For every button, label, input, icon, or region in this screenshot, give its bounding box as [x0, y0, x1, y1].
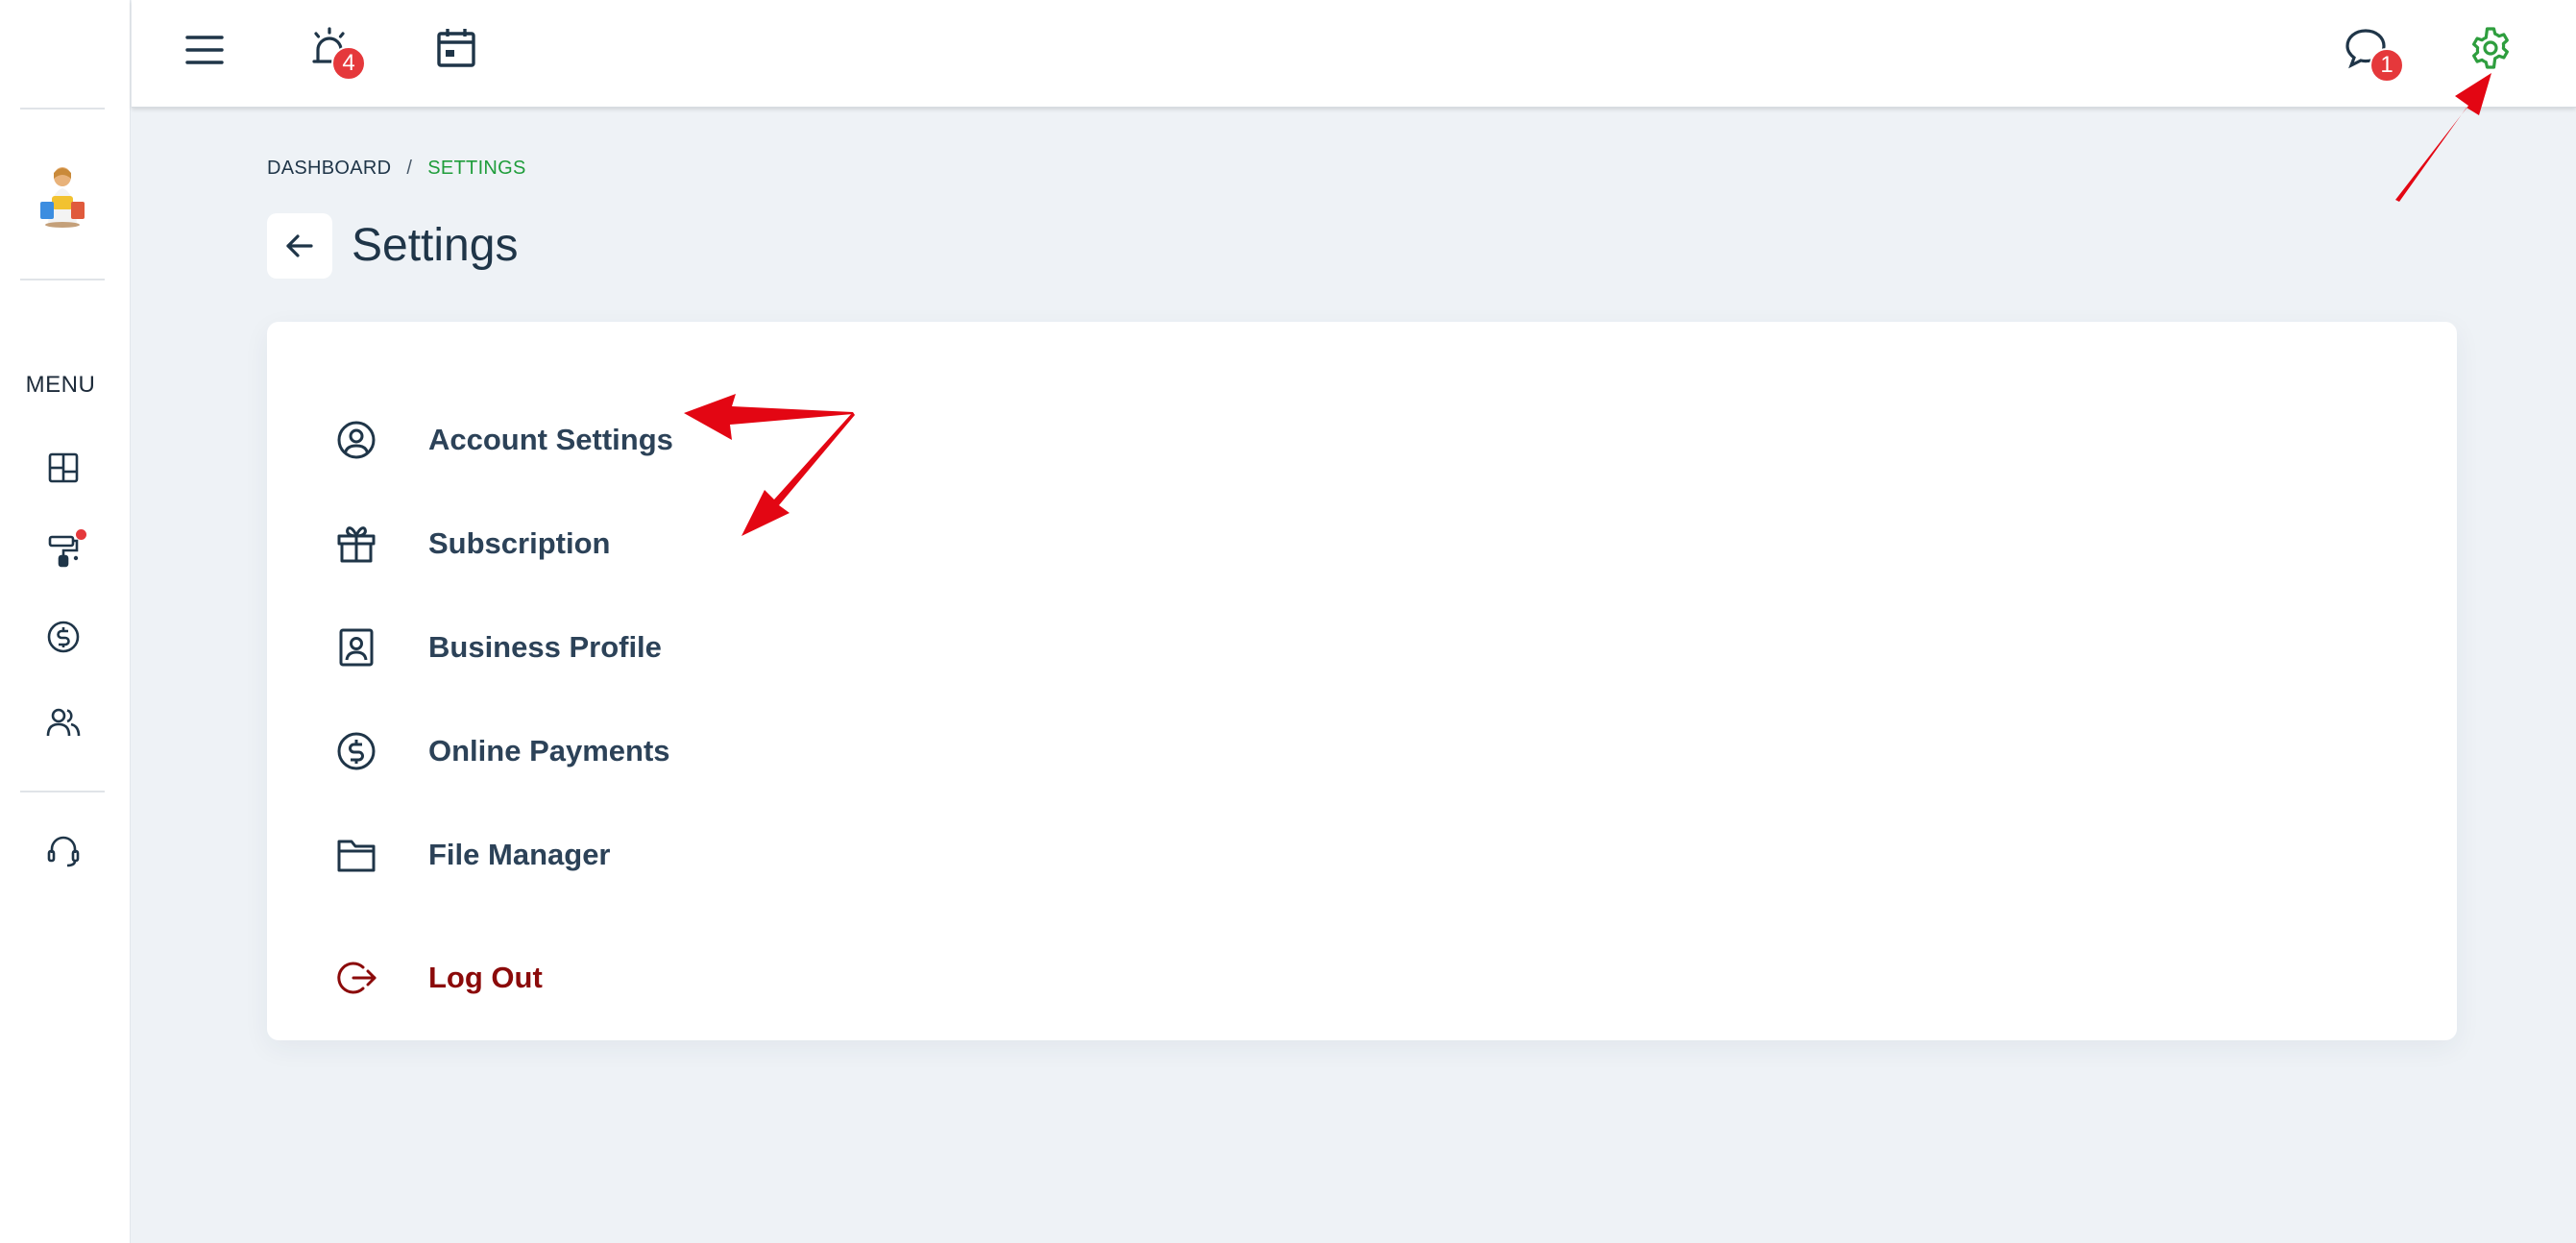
profile-card-icon [334, 625, 378, 670]
calendar-icon[interactable] [431, 23, 481, 73]
dashboard-grid-icon[interactable] [44, 449, 83, 487]
breadcrumb-current: SETTINGS [427, 158, 526, 179]
settings-item-label: File Manager [428, 838, 611, 871]
alarm-bell-icon[interactable]: 4 [304, 23, 366, 81]
back-button[interactable] [267, 213, 332, 279]
settings-item-online-payments[interactable]: Online Payments [334, 722, 1007, 780]
settings-gear-icon[interactable] [2466, 23, 2515, 73]
headset-icon[interactable] [44, 832, 83, 870]
dollar-circle-icon [334, 729, 378, 773]
logout-icon [334, 956, 378, 1000]
gift-icon [334, 522, 378, 566]
settings-card: Account Settings Subscription Business P… [267, 322, 2457, 1040]
settings-item-logout[interactable]: Log Out [334, 949, 1007, 1007]
settings-item-label: Business Profile [428, 630, 662, 664]
avatar[interactable] [33, 163, 92, 229]
sidebar-divider [20, 279, 105, 280]
notification-dot [76, 529, 86, 540]
sidebar-divider [20, 108, 105, 110]
folder-icon [334, 833, 378, 877]
sidebar-divider [20, 791, 105, 792]
settings-item-label: Subscription [428, 526, 611, 560]
settings-item-label: Log Out [428, 961, 543, 994]
settings-item-label: Online Payments [428, 734, 670, 768]
user-circle-icon [334, 418, 378, 462]
sidebar: MENU [0, 0, 131, 1243]
settings-item-label: Account Settings [428, 423, 673, 456]
settings-item-subscription[interactable]: Subscription [334, 515, 1007, 573]
page-title: Settings [352, 220, 519, 271]
alerts-badge: 4 [331, 46, 366, 81]
chat-bubble-icon[interactable]: 1 [2341, 23, 2404, 83]
paint-roller-icon[interactable] [44, 529, 86, 570]
topbar: 4 1 [132, 0, 2576, 108]
users-icon[interactable] [44, 703, 83, 742]
messages-badge: 1 [2369, 48, 2404, 83]
breadcrumb-separator: / [406, 158, 413, 179]
settings-item-account[interactable]: Account Settings [334, 411, 1007, 469]
hamburger-menu-icon[interactable] [180, 25, 230, 75]
settings-item-file-manager[interactable]: File Manager [334, 826, 1007, 884]
dollar-circle-icon[interactable] [44, 618, 83, 656]
breadcrumb-dashboard[interactable]: DASHBOARD [267, 158, 391, 180]
menu-label: MENU [25, 372, 96, 398]
arrow-left-icon [286, 234, 313, 257]
breadcrumb: DASHBOARD / SETTINGS [267, 158, 526, 180]
settings-item-business-profile[interactable]: Business Profile [334, 619, 1007, 676]
